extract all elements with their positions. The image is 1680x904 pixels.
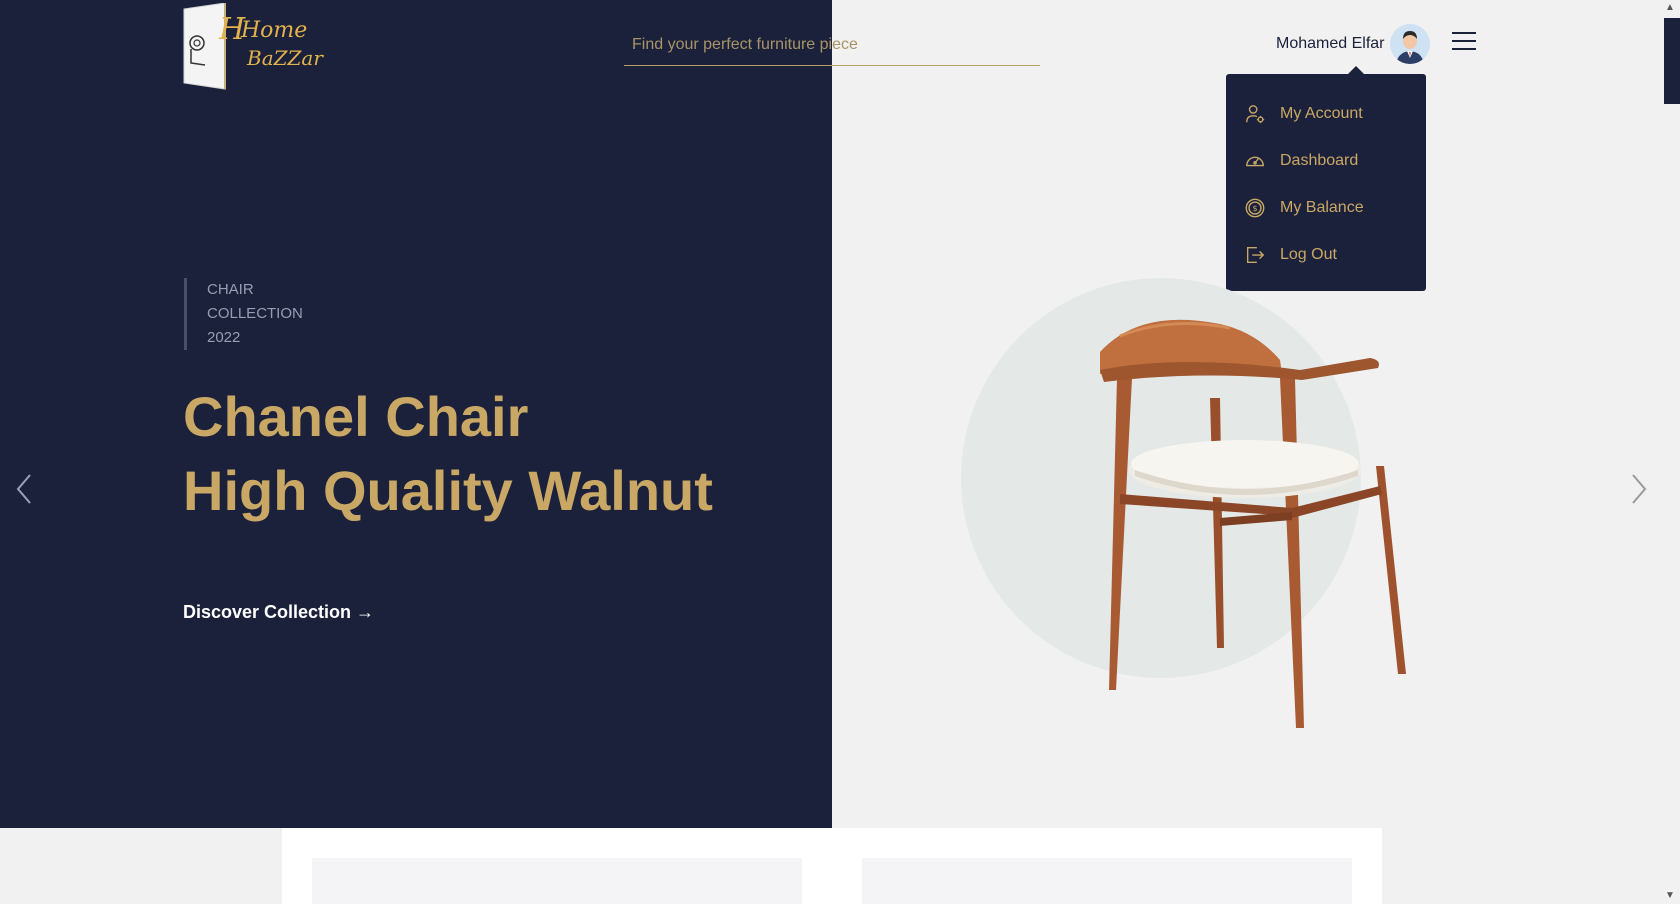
menu-item-my-balance[interactable]: $ My Balance xyxy=(1226,184,1426,231)
collection-tag-line: 2022 xyxy=(207,329,241,346)
collection-tag-line: COLLECTION xyxy=(207,305,303,322)
collection-card[interactable] xyxy=(862,858,1352,904)
collection-card[interactable] xyxy=(312,858,802,904)
menu-item-label: My Balance xyxy=(1280,198,1364,216)
svg-text:$: $ xyxy=(1252,203,1257,213)
chair-product-image xyxy=(1100,319,1406,728)
collection-tag: CHAIR COLLECTION 2022 xyxy=(184,278,303,350)
scroll-up-arrow-icon[interactable]: ▲ xyxy=(1665,2,1675,13)
dollar-coin-icon: $ xyxy=(1245,198,1265,217)
logout-icon xyxy=(1246,246,1265,263)
user-settings-icon xyxy=(1246,104,1265,123)
chevron-right-icon[interactable] xyxy=(1629,472,1649,506)
search-input[interactable] xyxy=(624,24,1040,65)
user-name[interactable]: Mohamed Elfar xyxy=(1276,35,1385,53)
user-avatar[interactable] xyxy=(1390,24,1430,64)
home-bazzar-logo[interactable]: H Home BaZZar xyxy=(183,3,355,91)
collection-tag-line: CHAIR xyxy=(207,281,254,298)
scroll-down-arrow-icon[interactable]: ▼ xyxy=(1665,890,1675,901)
avatar-person-icon xyxy=(1390,24,1430,64)
menu-item-dashboard[interactable]: Dashboard xyxy=(1226,137,1426,184)
hamburger-line xyxy=(1452,32,1476,34)
menu-item-log-out[interactable]: Log Out xyxy=(1226,231,1426,278)
logo-text-bottom: BaZZar xyxy=(246,46,324,70)
hero-title: Chanel Chair High Quality Walnut xyxy=(183,380,713,528)
dashboard-gauge-icon xyxy=(1246,156,1264,166)
user-dropdown-menu: My Account Dashboard $ My Balance Log Ou… xyxy=(1226,66,1426,291)
discover-collection-link[interactable]: Discover Collection → xyxy=(183,602,374,623)
logo-text-top: Home xyxy=(240,18,307,43)
hamburger-line xyxy=(1452,40,1476,42)
hero-title-line2: High Quality Walnut xyxy=(183,459,713,522)
menu-item-my-account[interactable]: My Account xyxy=(1226,90,1426,137)
hamburger-menu-button[interactable] xyxy=(1452,32,1476,54)
menu-item-label: Log Out xyxy=(1280,245,1337,263)
scrollbar-track[interactable] xyxy=(1662,0,1680,904)
menu-item-label: My Account xyxy=(1280,104,1363,122)
search-bar[interactable] xyxy=(624,24,1040,66)
scrollbar-thumb[interactable] xyxy=(1664,18,1680,104)
chevron-left-icon[interactable] xyxy=(14,472,34,506)
hamburger-line xyxy=(1452,48,1476,50)
hero-title-line1: Chanel Chair xyxy=(183,385,529,448)
menu-item-label: Dashboard xyxy=(1280,151,1359,169)
